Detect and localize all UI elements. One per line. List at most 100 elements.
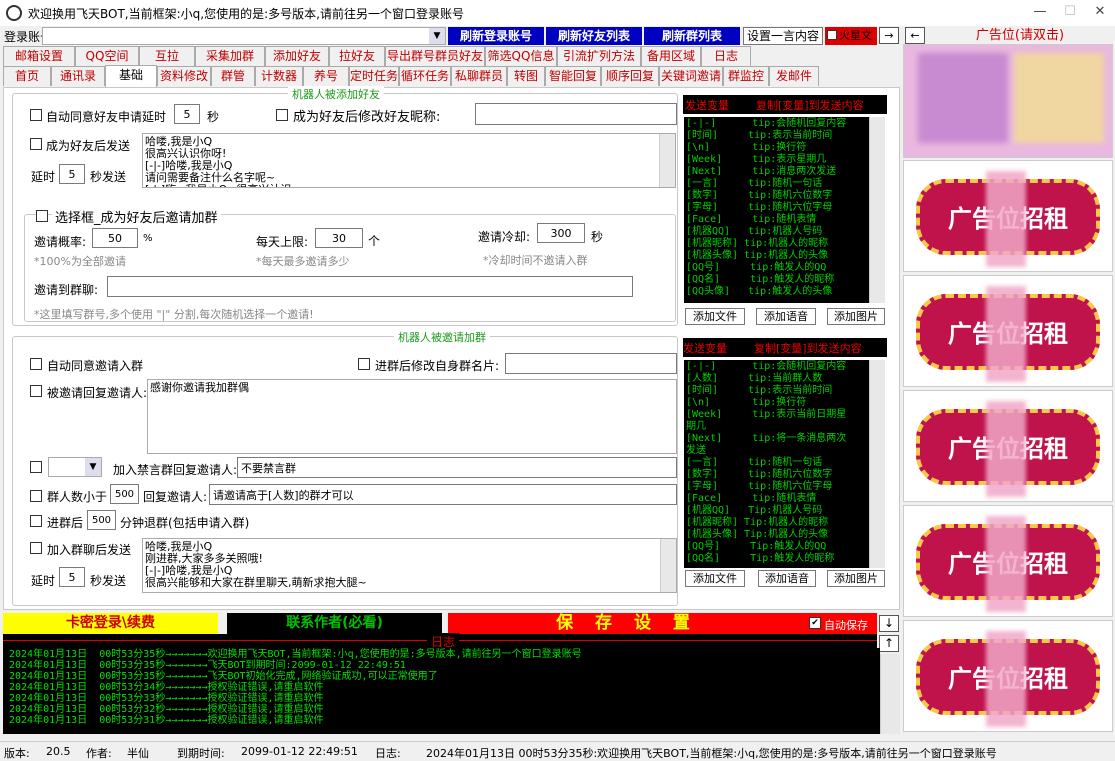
join-textarea-scrollbar[interactable] <box>660 539 676 592</box>
invite-prob-input[interactable] <box>92 228 138 248</box>
tab-row2-15[interactable]: 发邮件 <box>769 66 819 86</box>
ad-top-banner[interactable] <box>903 44 1113 158</box>
vars1-h2[interactable]: 复制[变量]到发送内容 <box>756 97 864 113</box>
arrow-left-icon[interactable]: ← <box>905 27 925 44</box>
vars2-list[interactable]: [-|-] tip:会随机回复内容 [人数] tip:当前群人数 [时间] ti… <box>684 360 869 568</box>
invite-group-input[interactable] <box>107 276 633 297</box>
add-voice-button-2[interactable]: 添加语音 <box>758 570 816 587</box>
fire-checkbox[interactable] <box>827 30 837 40</box>
ban-reply-checkbox[interactable] <box>30 461 42 473</box>
refresh-friends-button[interactable]: 刷新好友列表 <box>546 27 642 45</box>
send-after-friend-checkbox[interactable] <box>30 138 42 150</box>
vars1-list[interactable]: [-|-] tip:会随机回复内容 [时间] tip:表示当前时间 [\n] t… <box>684 117 869 303</box>
tab-row2-9[interactable]: 私聊群员 <box>451 66 507 86</box>
ad-slot[interactable]: 广告位招租 <box>903 620 1113 732</box>
close-icon[interactable]: ✕ <box>1085 4 1115 22</box>
tab-row1-10[interactable]: 日志 <box>701 46 751 66</box>
exit-minutes-input[interactable] <box>87 510 116 530</box>
tab-row1-3[interactable]: 采集加群 <box>195 46 265 66</box>
reply-inviter-checkbox[interactable] <box>30 385 42 397</box>
tab-row1-2[interactable]: 互拉 <box>139 46 195 66</box>
add-file-button-2[interactable]: 添加文件 <box>685 570 745 587</box>
reply-inviter-textarea[interactable]: 感谢你邀请我加群偶 <box>147 379 677 454</box>
tab-row2-13[interactable]: 关键词邀请 <box>659 66 723 86</box>
tab-row1-5[interactable]: 拉好友 <box>329 46 385 66</box>
tab-row2-2[interactable]: 基础 <box>105 65 157 87</box>
log-scrollbar[interactable] <box>880 654 900 734</box>
login-account-select[interactable]: ▼ <box>42 27 446 45</box>
tab-row2-6[interactable]: 养号 <box>303 66 349 86</box>
tab-row1-1[interactable]: QQ空间 <box>75 46 139 66</box>
tab-row2-10[interactable]: 转图 <box>507 66 545 86</box>
auto-agree-friend-checkbox[interactable] <box>30 109 42 121</box>
daily-limit-input[interactable] <box>315 228 363 248</box>
join-send-checkbox[interactable] <box>30 542 42 554</box>
auto-agree-invite-checkbox[interactable] <box>30 358 42 370</box>
ad-slot[interactable]: 广告位招租 <box>903 275 1113 387</box>
modify-nick-input[interactable] <box>475 103 677 125</box>
count-reply-input[interactable] <box>209 484 677 505</box>
autosave-area[interactable]: ✔ 自动保存 <box>806 613 877 634</box>
vars1-h1: 发送变量 <box>685 99 729 112</box>
add-image-button-2[interactable]: 添加图片 <box>827 570 885 587</box>
tab-row2-3[interactable]: 资料修改 <box>157 66 211 86</box>
fire-text-toggle[interactable]: 火星文 <box>825 27 877 45</box>
contact-author-button[interactable]: 联系作者(必看) <box>227 613 442 634</box>
autosave-checkbox[interactable]: ✔ <box>809 617 821 629</box>
tab-row1-0[interactable]: 邮箱设置 <box>3 46 75 66</box>
tab-row2-12[interactable]: 顺序回复 <box>601 66 659 86</box>
cooldown-input[interactable] <box>537 223 585 243</box>
ad-blur-overlay <box>986 286 1026 382</box>
maximize-icon[interactable]: ☐ <box>1055 4 1085 22</box>
ad-slot[interactable]: 广告位招租 <box>903 505 1113 617</box>
tab-row2-5[interactable]: 计数器 <box>255 66 303 86</box>
minimize-icon[interactable]: — <box>1025 4 1055 22</box>
tab-row1-7[interactable]: 筛选QQ信息 <box>485 46 557 66</box>
exit-group-checkbox[interactable] <box>30 515 42 527</box>
arrow-down-icon[interactable]: ↓ <box>879 615 899 632</box>
vars2-h2[interactable]: 复制[变量]到发送内容 <box>754 340 862 356</box>
ban-reply-select[interactable]: ▼ <box>48 457 102 477</box>
modify-card-checkbox[interactable] <box>358 358 370 370</box>
ban-reply-input[interactable] <box>237 457 677 478</box>
tab-row1-9[interactable]: 备用区域 <box>641 46 701 66</box>
join-delay-input[interactable] <box>59 567 85 587</box>
refresh-login-button[interactable]: 刷新登录账号 <box>448 27 544 45</box>
arrow-up-icon[interactable]: ↑ <box>879 635 899 652</box>
join-message-textarea[interactable]: 哈喽,我是小Q 刚进群,大家多多关照哦! [-|-]哈喽,我是小Q 很高兴能够和… <box>142 538 677 593</box>
tab-row2-4[interactable]: 群管 <box>211 66 255 86</box>
card-login-button[interactable]: 卡密登录\续费 <box>3 613 218 634</box>
save-settings-button[interactable]: 保 存 设 置 <box>448 613 806 634</box>
textarea-scrollbar[interactable] <box>659 134 675 187</box>
add-file-button-1[interactable]: 添加文件 <box>685 308 745 325</box>
chevron-down-icon[interactable]: ▼ <box>429 28 445 44</box>
count-reply-checkbox[interactable] <box>30 490 42 502</box>
chevron-down-icon[interactable]: ▼ <box>85 458 101 476</box>
arrow-right-icon[interactable]: → <box>879 27 899 44</box>
tab-row2-0[interactable]: 首页 <box>3 66 51 86</box>
log-output[interactable]: 2024年01月13日 00时53分35秒→→→→→→→欢迎换用飞天BOT,当前… <box>3 648 880 734</box>
invite-after-friend-checkbox[interactable] <box>36 210 48 222</box>
tab-row2-14[interactable]: 群监控 <box>723 66 769 86</box>
add-image-button-1[interactable]: 添加图片 <box>827 308 885 325</box>
refresh-groups-button[interactable]: 刷新群列表 <box>644 27 740 45</box>
auto-agree-delay-input[interactable] <box>174 104 200 124</box>
tab-row2-8[interactable]: 循环任务 <box>399 66 451 86</box>
modify-nick-checkbox[interactable] <box>276 109 288 121</box>
ad-slot[interactable]: 广告位招租 <box>903 390 1113 502</box>
vars2-scrollbar[interactable] <box>869 360 885 568</box>
vars1-scrollbar[interactable] <box>869 117 885 303</box>
friend-send-delay-input[interactable] <box>59 164 85 184</box>
count-input[interactable] <box>110 484 139 504</box>
tab-row2-7[interactable]: 定时任务 <box>349 66 399 86</box>
tab-row2-1[interactable]: 通讯录 <box>51 66 105 86</box>
set-sign-button[interactable]: 设置一言内容 <box>743 27 823 45</box>
add-voice-button-1[interactable]: 添加语音 <box>756 308 816 325</box>
friend-message-textarea[interactable]: 哈喽,我是小Q 很高兴认识你呀! [-|-]哈喽,我是小Q 请问需要备注什么名字… <box>142 133 676 188</box>
tab-row1-6[interactable]: 导出群号群员好友 <box>385 46 485 66</box>
tab-row2-11[interactable]: 智能回复 <box>545 66 601 86</box>
ad-slot[interactable]: 广告位招租 <box>903 160 1113 272</box>
tab-row1-8[interactable]: 引流扩列方法 <box>557 46 641 66</box>
tab-row1-4[interactable]: 添加好友 <box>265 46 329 66</box>
modify-card-input[interactable] <box>505 353 677 374</box>
